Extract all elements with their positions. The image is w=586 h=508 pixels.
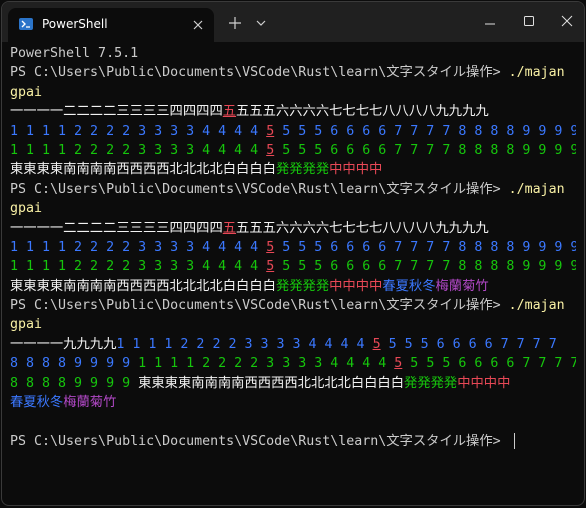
terminal-line: 1 1 1 1 2 2 2 2 3 3 3 3 4 4 4 4 5 5 5 5 … xyxy=(10,238,576,257)
terminal-text: 5 xyxy=(266,239,275,255)
terminal-text: 五五五六六六六七七七七八八八八九九九九 xyxy=(236,104,489,120)
terminal-line: 1 1 1 1 2 2 2 2 3 3 3 3 4 4 4 4 5 5 5 5 … xyxy=(10,141,576,160)
terminal-text: 5 xyxy=(266,123,275,139)
terminal-text: 8 8 8 8 9 9 9 9 xyxy=(10,375,139,391)
terminal-text: 中中中中 xyxy=(329,278,383,294)
terminal-text: 発発発発 xyxy=(404,375,458,391)
terminal-text: PowerShell 7.5.1 xyxy=(10,46,139,61)
terminal-line: PS C:\Users\Public\Documents\VSCode\Rust… xyxy=(10,296,576,315)
terminal-text: 5 5 5 6 6 6 6 7 7 7 7 xyxy=(380,336,557,352)
terminal-text: 東東東東南南南南西西西西北北北北白白白白 xyxy=(10,162,276,178)
terminal-line: gpai xyxy=(10,199,576,218)
terminal-text: 1 1 1 1 2 2 2 2 3 3 3 3 4 4 4 4 xyxy=(10,123,267,139)
terminal-text: 1 1 1 1 2 2 2 2 3 3 3 3 4 4 4 4 xyxy=(10,259,267,275)
terminal-line: PowerShell 7.5.1 xyxy=(10,44,576,63)
terminal-text: 一一一一二二二二三三三三四四四四 xyxy=(10,220,223,236)
terminal-text: 五 xyxy=(222,104,237,120)
terminal-text: PS C:\Users\Public\Documents\VSCode\Rust… xyxy=(10,433,509,449)
terminal-text: ./majan xyxy=(508,181,565,197)
terminal-text: gpai xyxy=(10,84,43,100)
terminal-line: PS C:\Users\Public\Documents\VSCode\Rust… xyxy=(10,432,576,451)
terminal-text: gpai xyxy=(10,317,43,333)
terminal-line: PS C:\Users\Public\Documents\VSCode\Rust… xyxy=(10,180,576,199)
tab-title: PowerShell xyxy=(42,17,108,31)
terminal-text: 発発発発 xyxy=(275,278,330,294)
minimize-icon[interactable] xyxy=(482,16,498,30)
tab-powershell[interactable]: PowerShell xyxy=(8,8,214,42)
terminal-text: 5 5 5 6 6 6 6 7 7 7 7 xyxy=(402,356,576,372)
terminal-text: 春夏秋冬 xyxy=(382,278,436,294)
terminal-window: PowerShell PowerShell 7.5.1 PS C:\Users\P… xyxy=(1,1,585,506)
terminal-text: 5 5 5 6 6 6 6 7 7 7 7 8 8 8 8 9 9 9 9 xyxy=(274,142,576,158)
terminal-text: 5 5 5 6 6 6 6 7 7 7 7 8 8 8 8 9 9 9 9 xyxy=(274,123,576,139)
chevron-down-icon[interactable] xyxy=(254,15,268,29)
terminal-line: 春夏秋冬梅蘭菊竹 xyxy=(10,393,576,412)
terminal-text: 一一一一九九九九 xyxy=(10,336,117,352)
terminal-text: 東東東東南南南南西西西西北北北北白白白白 xyxy=(138,375,405,391)
terminal-text: gpai xyxy=(10,201,43,217)
terminal-text: 中中中中 xyxy=(457,375,511,391)
terminal-line: 8 8 8 8 9 9 9 9 1 1 1 1 2 2 2 2 3 3 3 3 … xyxy=(10,354,576,373)
terminal-text: 梅蘭菊竹 xyxy=(435,278,489,294)
terminal-text: 5 xyxy=(266,142,275,158)
terminal-text: 1 1 1 1 2 2 2 2 3 3 3 3 4 4 4 4 xyxy=(10,142,267,158)
terminal-line: 東東東東南南南南西西西西北北北北白白白白発発発発中中中中春夏秋冬梅蘭菊竹 xyxy=(10,277,576,296)
terminal-text: 五五五六六六六七七七七八八八八九九九九 xyxy=(236,220,489,236)
terminal-text: 梅蘭菊竹 xyxy=(63,395,117,411)
terminal-text: 東東東東南南南南西西西西北北北北白白白白 xyxy=(10,278,276,294)
terminal-text: 5 5 5 6 6 6 6 7 7 7 7 8 8 8 8 9 9 9 9 xyxy=(274,239,576,255)
terminal-text: 8 8 8 8 9 9 9 9 xyxy=(10,356,139,372)
terminal-line: gpai xyxy=(10,83,576,102)
terminal-text: PS C:\Users\Public\Documents\VSCode\Rust… xyxy=(10,298,509,314)
maximize-icon[interactable] xyxy=(521,13,537,29)
terminal-text: 5 5 5 6 6 6 6 7 7 7 7 8 8 8 8 9 9 9 9 xyxy=(274,259,576,275)
terminal-output[interactable]: PowerShell 7.5.1 PS C:\Users\Public\Docum… xyxy=(10,44,576,505)
close-icon[interactable] xyxy=(559,13,575,29)
close-icon[interactable] xyxy=(190,17,206,33)
terminal-text: ./majan xyxy=(508,65,565,81)
terminal-line: PS C:\Users\Public\Documents\VSCode\Rust… xyxy=(10,63,576,82)
terminal-text: 5 xyxy=(266,259,275,275)
terminal-text: 中中中中 xyxy=(329,162,383,178)
terminal-line: gpai xyxy=(10,315,576,334)
terminal-line: 1 1 1 1 2 2 2 2 3 3 3 3 4 4 4 4 5 5 5 5 … xyxy=(10,257,576,276)
terminal-text: 1 1 1 1 2 2 2 2 3 3 3 3 4 4 4 4 xyxy=(10,239,267,255)
terminal-line: 一一一一九九九九1 1 1 1 2 2 2 2 3 3 3 3 4 4 4 4 … xyxy=(10,335,576,354)
terminal-line: 東東東東南南南南西西西西北北北北白白白白発発発発中中中中 xyxy=(10,160,576,179)
powershell-icon xyxy=(19,18,33,30)
terminal-text: 発発発発 xyxy=(275,162,330,178)
terminal-text: PS C:\Users\Public\Documents\VSCode\Rust… xyxy=(10,65,509,81)
terminal-line: 8 8 8 8 9 9 9 9 東東東東南南南南西西西西北北北北白白白白発発発発… xyxy=(10,374,576,393)
terminal-line: 一一一一二二二二三三三三四四四四五五五五六六六六七七七七八八八八九九九九 xyxy=(10,219,576,238)
terminal-text: 一一一一二二二二三三三三四四四四 xyxy=(10,104,223,120)
plus-icon[interactable] xyxy=(226,14,244,32)
terminal-text: 1 1 1 1 2 2 2 2 3 3 3 3 4 4 4 4 xyxy=(116,336,373,352)
terminal-text: PS C:\Users\Public\Documents\VSCode\Rust… xyxy=(10,181,509,197)
terminal-text: 五 xyxy=(222,220,237,236)
terminal-line: 1 1 1 1 2 2 2 2 3 3 3 3 4 4 4 4 5 5 5 5 … xyxy=(10,122,576,141)
terminal-text: ./majan xyxy=(508,298,565,314)
title-bar[interactable]: PowerShell xyxy=(2,2,584,42)
terminal-line: 一一一一二二二二三三三三四四四四五五五五六六六六七七七七八八八八九九九九 xyxy=(10,102,576,121)
text-cursor xyxy=(513,432,515,449)
terminal-text: 1 1 1 1 2 2 2 2 3 3 3 3 4 4 4 4 xyxy=(138,356,395,372)
terminal-text: 春夏秋冬 xyxy=(10,395,64,411)
terminal-text: 5 xyxy=(372,336,381,352)
